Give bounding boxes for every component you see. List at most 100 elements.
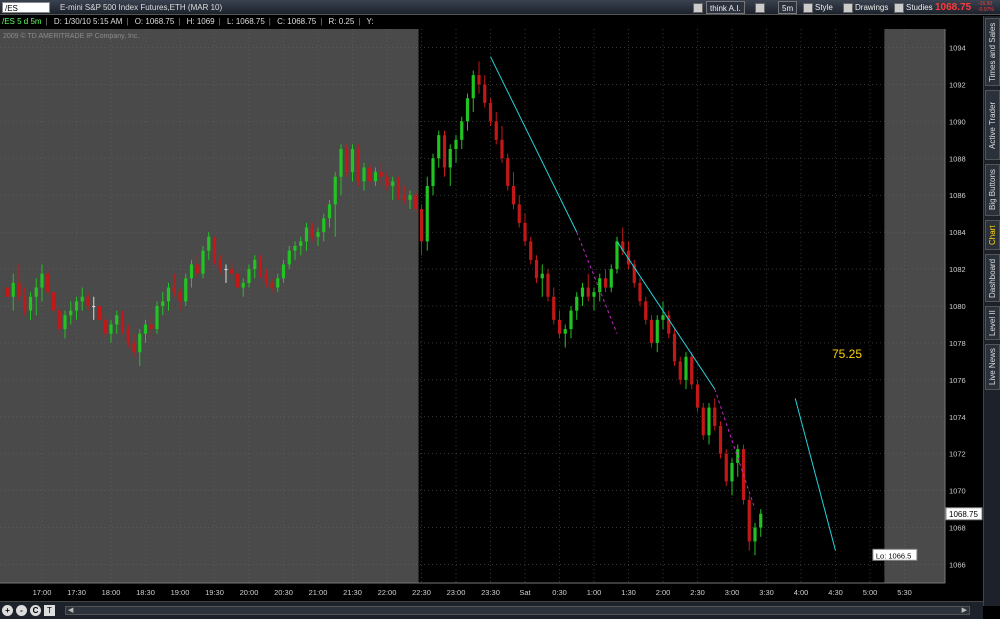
think-ai-button[interactable]: think A.I. — [706, 1, 745, 14]
candle-body — [74, 301, 79, 311]
style-button[interactable]: Style — [800, 1, 836, 14]
price-chart[interactable]: 75.25 1066 1068 1070 1072 1074 1076 1078 1080 108… — [0, 0, 983, 601]
candle-body — [270, 282, 274, 288]
x-tick-label: 5:00 — [863, 588, 878, 597]
candle-body — [132, 342, 136, 353]
candle-body — [506, 158, 510, 186]
info-range: R: 0.25 — [328, 17, 355, 26]
aggregation-button[interactable]: 5m — [778, 1, 798, 14]
candle-body — [63, 315, 67, 330]
candle-body — [695, 384, 700, 408]
drawing-tool-button[interactable]: T — [44, 605, 55, 616]
y-tick-label: 1066 — [949, 561, 966, 570]
x-tick-label: 18:30 — [136, 588, 155, 597]
x-tick-label: Sat — [519, 588, 531, 597]
style-label: Style — [815, 3, 833, 12]
candle-body — [649, 319, 654, 343]
x-tick-label: 21:00 — [309, 588, 328, 597]
zoom-out-button[interactable]: - — [16, 605, 27, 616]
candle-body — [402, 195, 406, 200]
studies-button[interactable]: Studies — [891, 1, 936, 14]
candle-body — [281, 264, 286, 279]
candle-body — [736, 449, 740, 463]
candle-body — [661, 315, 665, 320]
change-percent: -0.97% — [978, 7, 994, 13]
y-tick-label: 1078 — [949, 339, 966, 348]
low-tag-label: Lo: 1066.5 — [876, 551, 911, 560]
info-separator: | — [358, 17, 361, 26]
info-symbol: /ES 5 d 5m — [2, 17, 42, 26]
candle-body — [373, 172, 378, 182]
candle-body — [557, 319, 562, 334]
candle-body — [494, 121, 498, 140]
postmarket-area — [884, 29, 945, 583]
candle-body — [46, 273, 50, 293]
candle-body — [11, 282, 15, 297]
candle-body — [425, 185, 429, 242]
candle-body — [241, 282, 245, 288]
candle-body — [465, 98, 470, 122]
info-date: D: 1/30/10 5:15 AM — [53, 17, 123, 26]
candle-body — [166, 287, 171, 302]
chart-footer: + - C T ◀ ▶ — [0, 601, 983, 619]
reset-zoom-button[interactable]: C — [30, 605, 41, 616]
instrument-description: E-mini S&P 500 Index Futures,ETH (MAR 10… — [60, 3, 223, 12]
candle-body — [34, 287, 38, 297]
x-tick-label: 23:00 — [447, 588, 466, 597]
candle-body — [454, 139, 458, 150]
drawings-icon — [843, 2, 853, 13]
info-y: Y: — [366, 17, 374, 26]
candle-body — [517, 204, 521, 223]
scroll-right-icon[interactable]: ▶ — [962, 607, 967, 614]
horizontal-scrollbar[interactable]: ◀ ▶ — [65, 606, 970, 615]
candle-body — [592, 292, 596, 297]
x-tick-label: 19:00 — [171, 588, 190, 597]
y-tick-label: 1094 — [949, 43, 966, 52]
studies-label: Studies — [906, 3, 933, 12]
candle-body — [178, 292, 182, 302]
info-separator: | — [126, 17, 129, 26]
tab-times-and-sales[interactable]: Times and Sales — [985, 18, 1000, 86]
x-tick-label: 18:00 — [102, 588, 121, 597]
candle-body — [115, 315, 119, 325]
candle-body — [471, 75, 475, 99]
x-tick-label: 20:00 — [240, 588, 259, 597]
candle-body — [17, 282, 21, 297]
symbol-input[interactable]: /ES — [2, 2, 50, 13]
candle-body — [609, 269, 613, 288]
candle-body — [57, 310, 61, 330]
candle-body — [540, 273, 544, 279]
candle-body — [391, 181, 395, 186]
candle-body — [258, 259, 263, 274]
y-tick-label: 1068 — [949, 524, 966, 533]
candle-body — [149, 324, 153, 330]
candle-body — [293, 245, 297, 251]
scroll-left-icon[interactable]: ◀ — [68, 607, 73, 614]
y-tick-label: 1090 — [949, 117, 966, 126]
candle-body — [586, 287, 590, 297]
tab-chart[interactable]: Chart — [985, 220, 1000, 250]
tab-level-ii[interactable]: Level II — [985, 306, 1000, 340]
x-tick-label: 2:00 — [656, 588, 671, 597]
candle-body — [500, 139, 504, 159]
candle-body — [575, 296, 579, 311]
zoom-in-button[interactable]: + — [2, 605, 13, 616]
candle-body — [23, 296, 27, 311]
tab-active-trader[interactable]: Active Trader — [985, 90, 1000, 160]
candle-body — [120, 315, 125, 330]
candle-body — [195, 264, 199, 274]
candle-body — [155, 306, 159, 330]
candle-body — [316, 232, 320, 237]
cursor-icon[interactable] — [752, 1, 770, 14]
candle-body — [615, 241, 619, 270]
candle-body — [224, 269, 228, 271]
candle-body — [350, 149, 355, 173]
candle-body — [713, 407, 717, 427]
info-separator: | — [320, 17, 323, 26]
x-tick-label: 22:30 — [412, 588, 431, 597]
tab-dashboard[interactable]: Dashboard — [985, 254, 1000, 302]
candle-body — [730, 462, 734, 482]
drawings-button[interactable]: Drawings — [840, 1, 891, 14]
tab-live-news[interactable]: Live News — [985, 344, 1000, 390]
tab-big-buttons[interactable]: Big Buttons — [985, 164, 1000, 216]
